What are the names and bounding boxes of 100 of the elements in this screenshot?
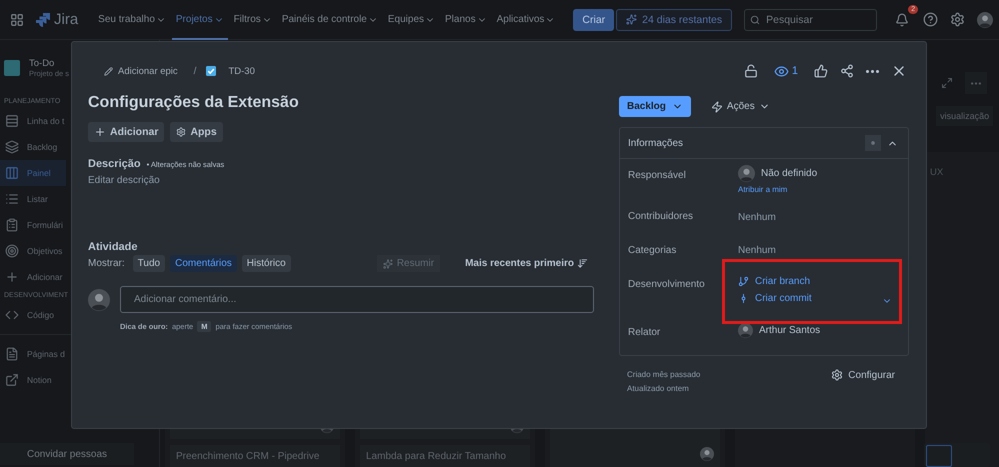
pencil-icon [104, 66, 113, 76]
sidebar-item[interactable]: Linha do t [0, 108, 66, 134]
add-button[interactable]: Adicionar [88, 122, 164, 142]
section-heading: Atividade [88, 241, 139, 253]
trial-button[interactable]: 24 dias restantes [616, 8, 732, 30]
filter-tab[interactable]: Tudo [132, 255, 166, 272]
sidebar-item[interactable]: Painel [0, 160, 66, 186]
field-label: Desenvolvimento [628, 278, 706, 292]
sidebar-item[interactable]: Notion [0, 367, 66, 393]
sparkle-icon [626, 14, 638, 25]
card-title: Preenchimento CRM - Pipedrive [176, 451, 320, 462]
eye-icon [774, 64, 789, 78]
add-epic-link[interactable]: Adicionar epic [98, 64, 184, 78]
field-value: Nenhum [738, 211, 777, 223]
user-avatar [88, 288, 110, 310]
field-label: Relator [628, 326, 662, 340]
sidebar-item[interactable]: Páginas d [0, 341, 66, 367]
field-label: Contribuidores [628, 210, 694, 224]
lightning-icon [710, 100, 723, 112]
sidebar-item-icon [5, 373, 19, 387]
unassigned-avatar [738, 165, 755, 182]
branch-icon [738, 276, 749, 287]
card-title: Lambda para Reduzir Tamanho [366, 451, 506, 462]
sidebar-item[interactable]: Objetivos [0, 238, 66, 264]
description-editor[interactable]: Editar descrição [88, 175, 594, 241]
board-card[interactable]: Lambda para Reduzir Tamanho [360, 445, 530, 467]
nav-menu[interactable]: Seu trabalho [94, 0, 170, 40]
share-button[interactable] [838, 62, 856, 80]
sidebar-item[interactable]: Formulári [0, 212, 66, 238]
column-title: UX [930, 167, 944, 178]
help-icon [923, 12, 938, 27]
sidebar-item-icon [5, 114, 19, 128]
sidebar-item-icon [5, 347, 19, 361]
sidebar-item[interactable]: Listar [0, 186, 66, 212]
task-icon [206, 66, 216, 76]
view-button[interactable]: visualização [936, 106, 994, 126]
apps-grid-icon [10, 12, 24, 26]
nav-menu[interactable]: Painéis de controle [278, 0, 382, 40]
sparkle-icon [382, 258, 393, 268]
create-button[interactable]: Criar [573, 8, 614, 30]
more-icon [866, 70, 879, 72]
lock-icon [744, 64, 758, 78]
nav-menu[interactable]: Equipes [384, 0, 440, 40]
breadcrumb-separator: / [194, 66, 196, 76]
field-label: Categorias [628, 244, 678, 258]
filter-tab[interactable]: Histórico [242, 255, 291, 272]
filter-tab[interactable]: Comentários [170, 255, 237, 272]
status-button[interactable]: Backlog [619, 96, 691, 117]
settings-icon [950, 12, 966, 27]
more-button[interactable] [864, 68, 881, 74]
like-button[interactable] [812, 62, 830, 80]
sidebar-item[interactable]: Código [0, 302, 66, 328]
reporter-avatar [738, 323, 753, 338]
share-icon [840, 64, 854, 78]
gear-icon [176, 127, 186, 137]
gear-icon [831, 369, 844, 381]
issue-title: Configurações da Extensão [88, 94, 300, 112]
app-name: Jira [54, 11, 78, 28]
bell-icon [895, 12, 910, 26]
field-value: Não definido [761, 168, 818, 179]
board-card[interactable]: Preenchimento CRM - Pipedrive [170, 445, 340, 467]
logo-icon [36, 12, 50, 26]
assignee-icon [700, 447, 714, 461]
issue-key-link[interactable]: TD-30 [222, 64, 261, 78]
sidebar-item-icon [5, 308, 19, 322]
assign-link[interactable]: Atribuir a mim [738, 185, 900, 194]
section-heading: Descrição [88, 158, 141, 170]
help-button[interactable] [921, 10, 940, 29]
updated-date: Atualizado ontem [627, 383, 690, 395]
actions-button[interactable]: Ações [704, 100, 776, 114]
sidebar-item-icon [5, 166, 19, 180]
sort-icon [577, 258, 588, 269]
nav-menu[interactable]: Filtros [230, 0, 276, 40]
invite-button[interactable]: Convidar pessoas [0, 443, 134, 465]
more-icon [971, 82, 982, 84]
search-icon [750, 14, 760, 24]
nav-menu[interactable]: Planos [441, 0, 491, 40]
nav-menu[interactable]: Aplicativos [492, 0, 560, 40]
sidebar-item-icon [5, 192, 19, 206]
sidebar-item[interactable]: Adicionar [0, 264, 66, 290]
watch-button[interactable]: 1 [768, 62, 804, 80]
field-value: Arthur Santos [759, 325, 820, 336]
sidebar-item-icon [5, 244, 19, 258]
thumbs-up-icon [814, 64, 828, 78]
expand-icon [941, 77, 954, 89]
field-value: Nenhum [738, 244, 777, 256]
comment-field[interactable]: Adicionar comentário... [120, 286, 594, 313]
configure-button[interactable]: Configurar [825, 368, 901, 382]
project-icon [4, 60, 20, 76]
apps-button[interactable]: Apps [170, 122, 223, 142]
sidebar-item-icon [5, 140, 19, 154]
dev-link[interactable]: Criar branch [738, 276, 900, 287]
sort-button[interactable]: Mais recentes primeiro [459, 257, 594, 270]
search-field[interactable]: Pesquisar [744, 8, 878, 30]
dev-link[interactable]: Criar commit [738, 293, 900, 304]
sidebar-item[interactable]: Backlog [0, 134, 66, 160]
created-date: Criado mês passado [627, 369, 700, 381]
plus-icon [94, 126, 106, 138]
sidebar-item-icon [5, 218, 19, 232]
settings-icon [871, 138, 875, 148]
